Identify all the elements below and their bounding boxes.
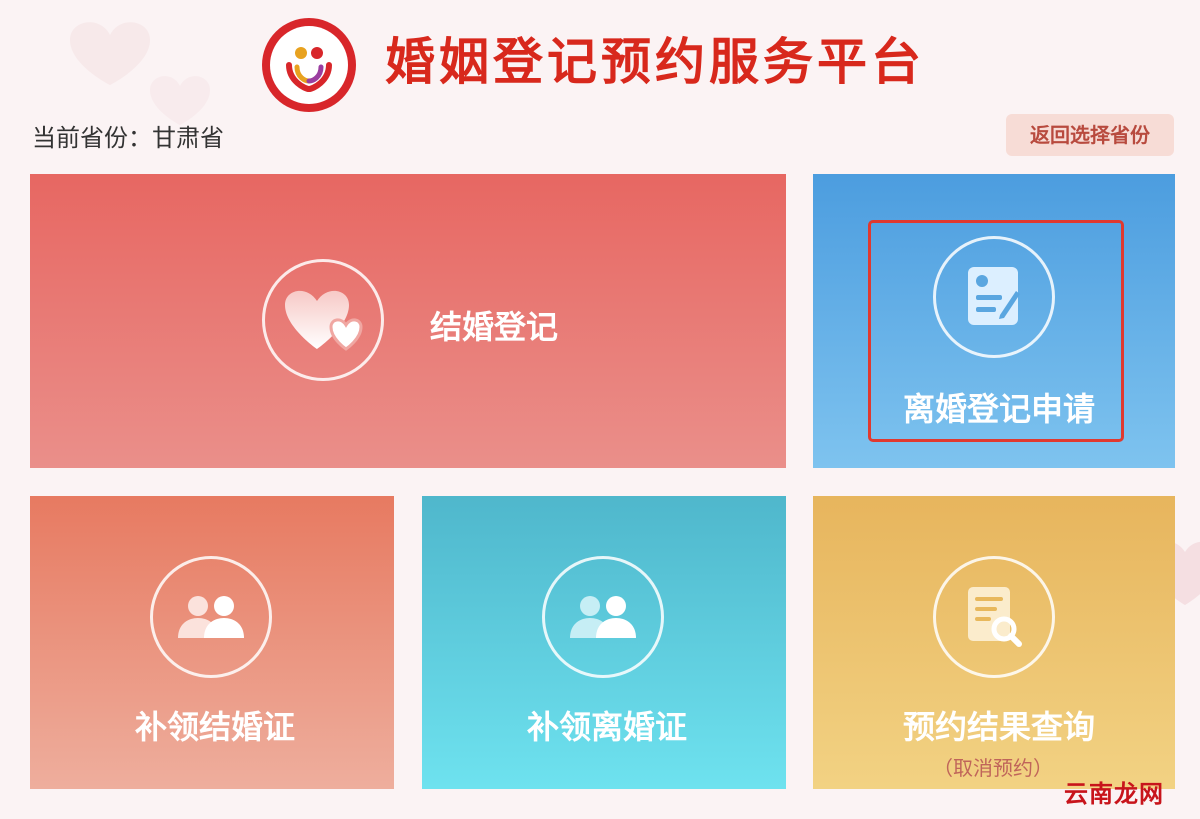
appointment-query-card[interactable]: 预约结果查询 （取消预约） (813, 496, 1175, 789)
reissue-marriage-certificate-label: 补领结婚证 (135, 708, 296, 746)
page-title: 婚姻登记预约服务平台 (385, 33, 925, 91)
current-province: 当前省份：甘肃省 (32, 124, 224, 152)
reissue-divorce-certificate-card[interactable]: 补领离婚证 (422, 496, 786, 789)
users-icon (542, 556, 664, 678)
appointment-query-label: 预约结果查询 (903, 708, 1096, 746)
document-search-icon (933, 556, 1055, 678)
divorce-registration-label: 离婚登记申请 (903, 390, 1096, 428)
users-icon (150, 556, 272, 678)
watermark: 云南龙网 (1064, 780, 1164, 808)
divorce-registration-card[interactable]: 离婚登记申请 (813, 174, 1175, 468)
logo (262, 18, 356, 112)
reissue-marriage-certificate-card[interactable]: 补领结婚证 (30, 496, 394, 789)
document-edit-icon (933, 236, 1055, 358)
marriage-registration-card[interactable]: 结婚登记 (30, 174, 786, 468)
hearts-icon (262, 259, 384, 381)
back-to-province-button[interactable]: 返回选择省份 (1006, 114, 1174, 156)
marriage-registration-label: 结婚登记 (430, 308, 559, 346)
logo-emblem-icon (270, 26, 348, 104)
reissue-divorce-certificate-label: 补领离婚证 (527, 708, 688, 746)
cancel-appointment-hint: （取消预约） (933, 756, 1053, 780)
